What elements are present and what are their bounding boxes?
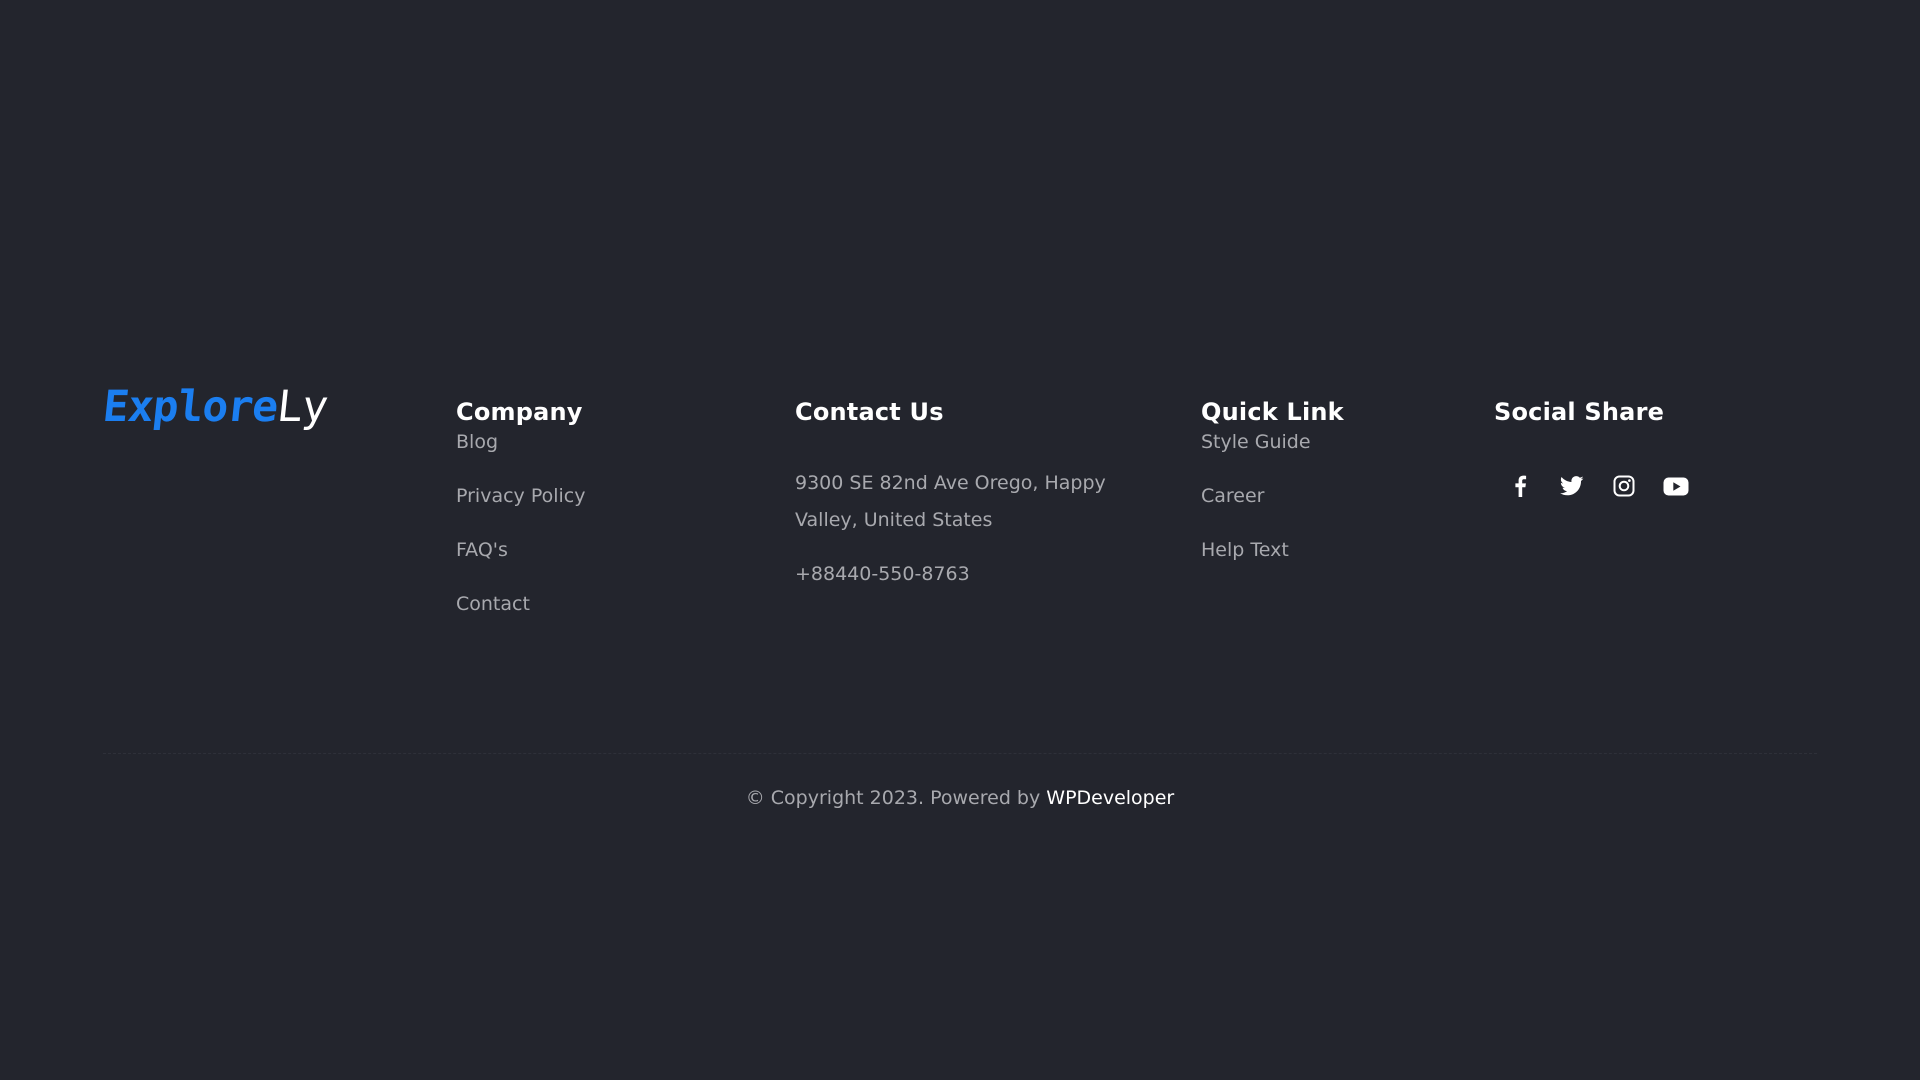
- company-link-faqs[interactable]: FAQ's: [456, 538, 585, 563]
- logo-part-explore: Explore: [100, 382, 280, 432]
- company-link-contact[interactable]: Contact: [456, 592, 585, 617]
- copyright-bar: © Copyright 2023. Powered by WPDeveloper: [0, 784, 1920, 812]
- social-share-heading: Social Share: [1494, 398, 1665, 426]
- youtube-icon[interactable]: [1650, 466, 1702, 506]
- company-column: Company Blog Privacy Policy FAQ's Contac…: [456, 394, 585, 646]
- social-icons-row: [1494, 466, 1702, 506]
- footer-page: ExploreLy Company Blog Privacy Policy FA…: [0, 0, 1920, 1080]
- quick-link-career[interactable]: Career: [1201, 484, 1344, 509]
- company-link-privacy-policy[interactable]: Privacy Policy: [456, 484, 585, 509]
- contact-heading: Contact Us: [795, 398, 944, 426]
- quick-links: Style Guide Career Help Text: [1201, 430, 1344, 563]
- quick-link-heading: Quick Link: [1201, 398, 1344, 426]
- contact-address: 9300 SE 82nd Ave Orego, Happy Valley, Un…: [795, 472, 1106, 531]
- company-links: Blog Privacy Policy FAQ's Contact: [456, 430, 585, 617]
- wpdeveloper-link[interactable]: WPDeveloper: [1046, 787, 1174, 809]
- logo-part-ly: Ly: [274, 382, 330, 432]
- company-heading: Company: [456, 398, 583, 426]
- footer-divider: [103, 753, 1817, 754]
- quick-link-help-text[interactable]: Help Text: [1201, 538, 1344, 563]
- quick-link-column: Quick Link Style Guide Career Help Text: [1201, 394, 1344, 592]
- company-link-blog[interactable]: Blog: [456, 430, 585, 455]
- copyright-text: © Copyright 2023. Powered by: [745, 787, 1041, 809]
- twitter-icon[interactable]: [1546, 466, 1598, 506]
- quick-link-style-guide[interactable]: Style Guide: [1201, 430, 1344, 455]
- instagram-icon[interactable]: [1598, 466, 1650, 506]
- explorely-logo[interactable]: ExploreLy: [100, 382, 329, 432]
- facebook-icon[interactable]: [1494, 466, 1546, 506]
- contact-phone[interactable]: +88440-550-8763: [795, 562, 1125, 587]
- social-share-column: Social Share: [1494, 394, 1702, 506]
- contact-column: Contact Us 9300 SE 82nd Ave Orego, Happy…: [795, 394, 1125, 587]
